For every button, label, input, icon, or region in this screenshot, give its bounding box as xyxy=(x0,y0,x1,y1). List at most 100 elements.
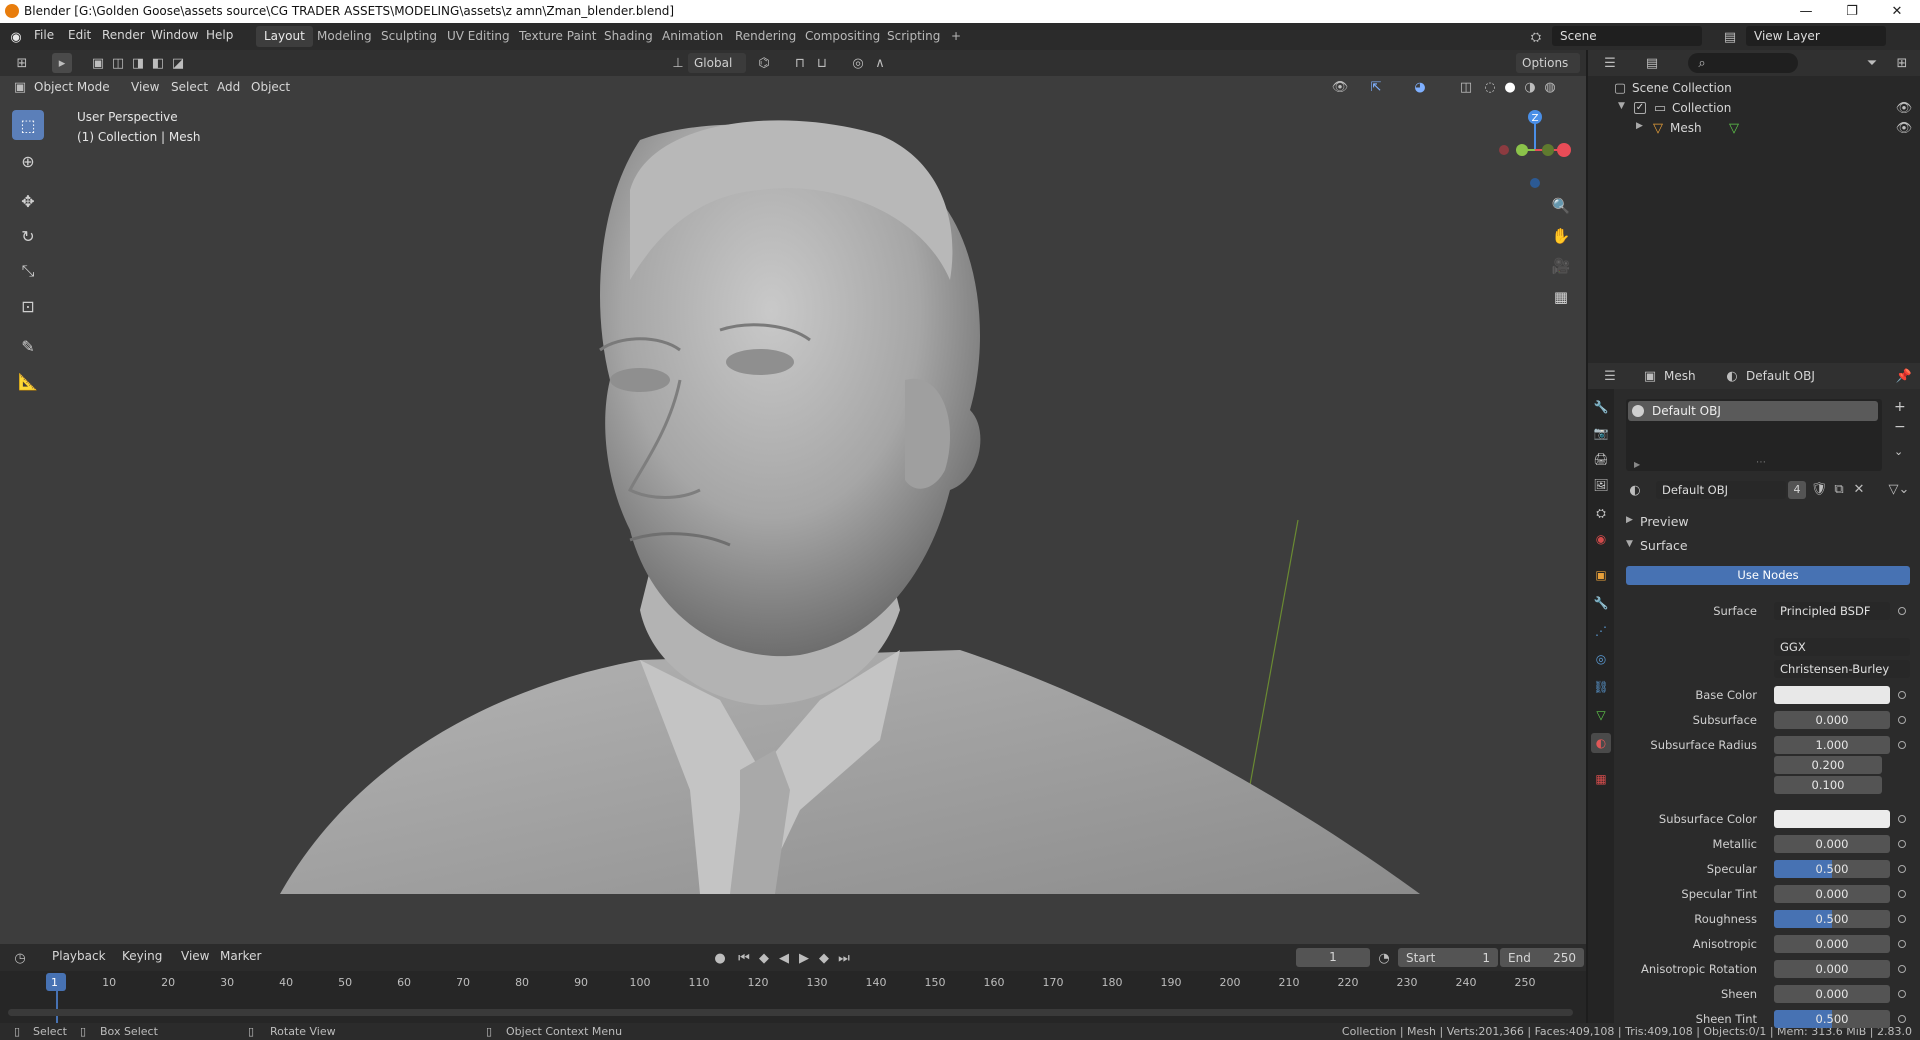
select-box-mode-icon[interactable]: ▣ xyxy=(88,53,108,73)
timeline[interactable]: 1102030405060708090100110120130140150160… xyxy=(0,971,1586,1023)
output-tab-icon[interactable]: 🖨 xyxy=(1591,449,1611,469)
cursor-tool-icon[interactable]: ⊕ xyxy=(12,146,44,176)
socket-link-icon[interactable] xyxy=(1898,741,1906,749)
proportional-edit-icon[interactable]: ◎ xyxy=(848,53,868,73)
snap-target-icon[interactable]: ⊔ xyxy=(812,53,832,73)
view-layer-tab-icon[interactable]: 🖼 xyxy=(1591,475,1611,495)
collection-checkbox[interactable]: ✓ xyxy=(1634,102,1646,114)
clock-icon[interactable]: ◔ xyxy=(1374,948,1394,968)
material-users-count[interactable]: 4 xyxy=(1788,481,1806,499)
maximize-button[interactable]: ❐ xyxy=(1829,0,1875,23)
world-tab-icon[interactable]: ◉ xyxy=(1591,529,1611,549)
current-frame-field[interactable]: 1 xyxy=(1296,948,1370,967)
pin-icon[interactable]: 📌 xyxy=(1894,366,1914,386)
select-invert-icon[interactable]: ◧ xyxy=(148,53,168,73)
socket-link-icon[interactable] xyxy=(1898,915,1906,923)
jump-start-icon[interactable]: ⏮ xyxy=(734,948,754,968)
color-swatch[interactable] xyxy=(1774,810,1890,828)
tab-sculpting[interactable]: Sculpting xyxy=(373,26,445,47)
transform-tool-icon[interactable]: ⊡ xyxy=(12,291,44,321)
mode-dropdown[interactable]: Object Mode xyxy=(34,80,110,94)
tab-rendering[interactable]: Rendering xyxy=(727,26,804,47)
expand-arrow-icon[interactable]: ▶ xyxy=(1636,121,1643,131)
panel-surface[interactable]: ▼ Surface xyxy=(1626,536,1916,556)
surface-shader-dropdown[interactable]: Principled BSDF xyxy=(1774,602,1890,620)
outliner-row-scene-collection[interactable]: ▢ Scene Collection xyxy=(1588,78,1920,98)
move-tool-icon[interactable]: ✥ xyxy=(12,186,44,216)
snap-icon[interactable]: ⊓ xyxy=(790,53,810,73)
particles-tab-icon[interactable]: ⋰ xyxy=(1591,621,1611,641)
tab-modeling[interactable]: Modeling xyxy=(309,26,380,47)
view-layer-field[interactable]: View Layer xyxy=(1746,26,1886,46)
outliner-row-mesh[interactable]: ▶ ▽ Mesh ▽ 👁 xyxy=(1588,118,1920,138)
record-icon[interactable]: ● xyxy=(710,948,730,968)
add-slot-icon[interactable]: + xyxy=(1894,399,1906,415)
options-dropdown[interactable]: Options xyxy=(1516,53,1580,73)
prop-value-field[interactable]: 0.200 xyxy=(1774,756,1882,774)
texture-tab-icon[interactable]: ▦ xyxy=(1591,769,1611,789)
material-shading-icon[interactable]: ◑ xyxy=(1520,77,1540,97)
vp-menu-select[interactable]: Select xyxy=(171,80,208,94)
navigation-gizmo[interactable]: Z xyxy=(1490,105,1580,195)
measure-tool-icon[interactable]: 📐 xyxy=(12,366,44,396)
outliner-row-collection[interactable]: ▼ ✓ ▭ Collection 👁 xyxy=(1588,98,1920,118)
properties-editor-icon[interactable]: ☰ xyxy=(1600,366,1620,386)
annotate-tool-icon[interactable]: ✎ xyxy=(12,331,44,361)
scene-tab-icon[interactable]: ⛭ xyxy=(1591,503,1611,523)
duplicate-material-icon[interactable]: ⧉ xyxy=(1830,480,1848,498)
object-tab-icon[interactable]: ▣ xyxy=(1591,565,1611,585)
wireframe-shading-icon[interactable]: ◌ xyxy=(1480,77,1500,97)
prop-value-field[interactable]: 0.000 xyxy=(1774,935,1890,953)
prop-value-field[interactable]: 1.000 xyxy=(1774,736,1890,754)
material-slot-row[interactable]: Default OBJ xyxy=(1628,401,1878,421)
overlays-icon[interactable]: ◕ xyxy=(1410,77,1430,97)
prop-value-field[interactable]: 0.500 xyxy=(1774,1010,1890,1028)
timeline-menu-playback[interactable]: Playback xyxy=(52,949,106,963)
timeline-menu-marker[interactable]: Marker xyxy=(220,949,261,963)
tab-texture-paint[interactable]: Texture Paint xyxy=(511,26,604,47)
menu-window[interactable]: Window xyxy=(151,28,198,42)
pivot-point-icon[interactable]: ⌬ xyxy=(754,53,774,73)
outliner-editor-icon[interactable]: ☰ xyxy=(1600,53,1620,73)
tab-layout[interactable]: Layout xyxy=(256,26,313,47)
proportional-falloff-icon[interactable]: ∧ xyxy=(870,53,890,73)
vp-menu-add[interactable]: Add xyxy=(217,80,240,94)
remove-slot-icon[interactable]: − xyxy=(1894,419,1906,435)
slot-specials-icon[interactable]: ⌄ xyxy=(1894,445,1903,458)
view-layer-icon[interactable]: ▤ xyxy=(1720,27,1740,47)
select-intersect-icon[interactable]: ◪ xyxy=(168,53,188,73)
menu-edit[interactable]: Edit xyxy=(68,28,91,42)
list-expand-icon[interactable]: ▶ xyxy=(1634,460,1640,469)
tab-scripting[interactable]: Scripting xyxy=(879,26,948,47)
socket-link-icon[interactable] xyxy=(1898,890,1906,898)
camera-view-icon[interactable]: 🎥 xyxy=(1548,253,1574,279)
minimize-button[interactable]: — xyxy=(1783,0,1829,23)
surface-link-icon[interactable] xyxy=(1898,607,1906,615)
add-workspace-button[interactable]: + xyxy=(943,26,969,47)
prop-value-field[interactable]: 0.000 xyxy=(1774,960,1890,978)
scene-icon[interactable]: ⛭ xyxy=(1526,27,1546,47)
scale-tool-icon[interactable]: ⤡ xyxy=(12,256,44,286)
distribution-dropdown[interactable]: GGX xyxy=(1774,638,1910,656)
menu-render[interactable]: Render xyxy=(102,28,145,42)
menu-help[interactable]: Help xyxy=(206,28,233,42)
new-collection-icon[interactable]: ⊞ xyxy=(1892,53,1912,73)
select-box-tool-icon[interactable]: ⬚ xyxy=(12,110,44,140)
prop-value-field[interactable]: 0.100 xyxy=(1774,776,1882,794)
socket-link-icon[interactable] xyxy=(1898,691,1906,699)
prop-value-field[interactable]: 0.000 xyxy=(1774,885,1890,903)
next-keyframe-icon[interactable]: ◆ xyxy=(814,948,834,968)
solid-shading-icon[interactable]: ● xyxy=(1500,77,1520,97)
editor-type-icon[interactable]: ⊞ xyxy=(12,53,32,73)
socket-link-icon[interactable] xyxy=(1898,865,1906,873)
ortho-grid-icon[interactable]: ▦ xyxy=(1548,284,1574,310)
eye-icon[interactable]: 👁 xyxy=(1894,118,1914,138)
visibility-icon[interactable]: 👁 xyxy=(1330,77,1350,97)
panel-preview[interactable]: ▶ Preview xyxy=(1626,512,1916,532)
eye-icon[interactable]: 👁 xyxy=(1894,98,1914,118)
prop-value-field[interactable]: 0.000 xyxy=(1774,711,1890,729)
transform-orientation-dropdown[interactable]: Global xyxy=(688,53,746,73)
tab-shading[interactable]: Shading xyxy=(596,26,661,47)
unlink-material-icon[interactable]: ✕ xyxy=(1850,480,1868,498)
prop-value-field[interactable]: 0.000 xyxy=(1774,835,1890,853)
